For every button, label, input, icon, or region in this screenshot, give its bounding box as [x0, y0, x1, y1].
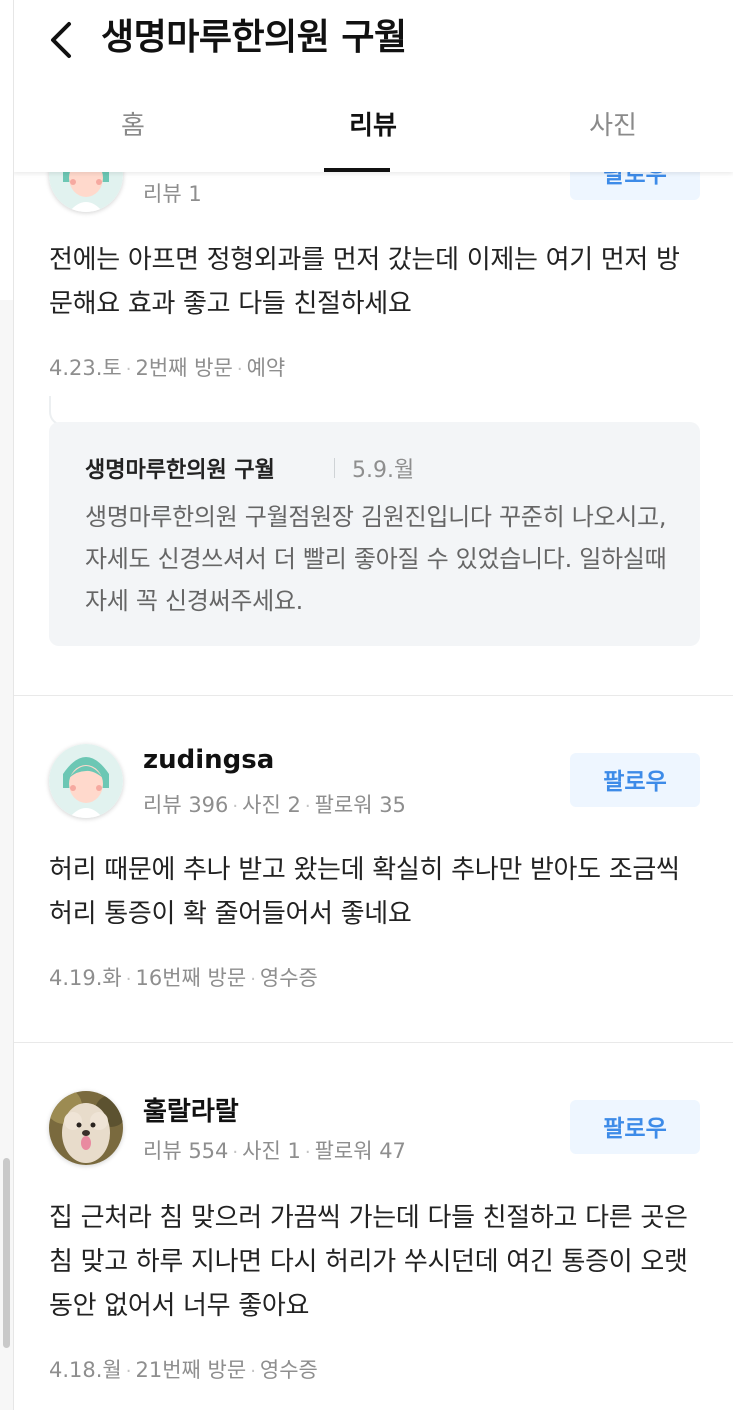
- tab-photos[interactable]: 사진: [493, 90, 733, 172]
- username[interactable]: 훌랄라랄: [143, 1091, 239, 1128]
- left-scroll-rail: [0, 0, 14, 1410]
- page-title: 생명마루한의원 구월: [101, 17, 407, 58]
- review-meta: 4.18.월 · 21번째 방문 · 영수증: [49, 1358, 318, 1382]
- rail-top: [0, 0, 13, 300]
- avatar[interactable]: [49, 1091, 123, 1165]
- tab-home[interactable]: 홈: [13, 90, 253, 172]
- chevron-left-icon: [51, 22, 71, 58]
- follow-button[interactable]: 팔로우: [570, 1100, 700, 1154]
- review-item: 훌랄라랄 리뷰 554 · 사진 1 · 팔로워 47 팔로우 집 근처라 침 맞으러 …: [13, 0, 733, 1410]
- top-header: 생명마루한의원 구월 홈 리뷰 사진: [13, 0, 733, 172]
- review-text: 집 근처라 침 맞으러 가끔씩 가는데 다들 친절하고 다른 곳은 침 맞고 하…: [49, 1203, 688, 1321]
- dog-photo-avatar: [49, 1091, 123, 1165]
- tab-reviews[interactable]: 리뷰: [253, 90, 493, 172]
- scrollbar-thumb[interactable]: [3, 1158, 10, 1348]
- tab-bar: 홈 리뷰 사진: [13, 90, 733, 172]
- back-button[interactable]: [43, 16, 83, 64]
- active-tab-indicator: [324, 168, 390, 172]
- user-stats: 리뷰 554 · 사진 1 · 팔로워 47: [143, 1139, 406, 1163]
- visit-date: 4.18.월: [49, 1358, 122, 1382]
- review-list: 리뷰 1 팔로우 전에는 아프면 정형외과를 먼저 갔는데 이제는 여기 먼저 …: [13, 0, 733, 1410]
- verification-type: 영수증: [259, 1358, 318, 1382]
- visit-count: 21번째 방문: [135, 1358, 247, 1382]
